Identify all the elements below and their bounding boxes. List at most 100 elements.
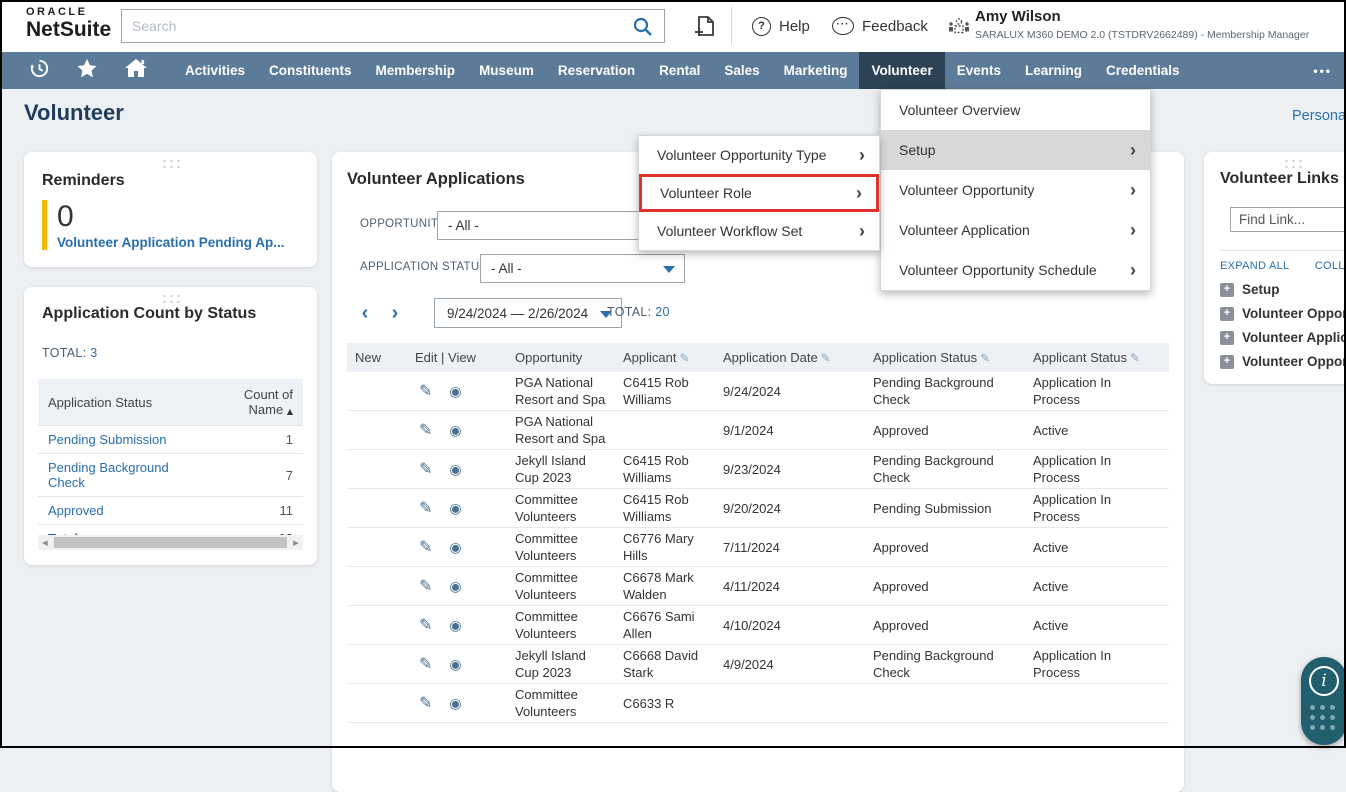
links-tree-item[interactable]: + Volunteer Applic <box>1220 330 1346 345</box>
navbar-overflow-icon[interactable]: ••• <box>1313 52 1332 89</box>
apps-grid-icon[interactable] <box>1310 705 1338 733</box>
edit-column-icon[interactable]: ✎ <box>1130 351 1140 365</box>
expand-plus-icon[interactable]: + <box>1220 330 1234 345</box>
edit-row-icon[interactable]: ✎ <box>419 459 432 478</box>
status-link[interactable]: Pending Submission <box>38 425 198 454</box>
next-period-icon[interactable]: › <box>380 303 410 323</box>
view-row-icon[interactable]: ◉ <box>449 423 461 439</box>
nav-tab[interactable]: Volunteer <box>859 52 945 89</box>
nav-tab[interactable]: Learning <box>1013 52 1094 89</box>
edit-row-icon[interactable]: ✎ <box>419 381 432 400</box>
date-navigation: ‹ › 9/24/2024 — 2/26/2024 <box>350 298 622 328</box>
col-applicant[interactable]: Applicant ✎ <box>615 343 715 372</box>
scroll-left-icon[interactable]: ◀ <box>38 539 52 547</box>
reminder-link[interactable]: Volunteer Application Pending Ap... <box>57 235 285 250</box>
view-row-icon[interactable]: ◉ <box>449 696 461 712</box>
applicant-status-cell: Active <box>1025 527 1169 567</box>
edit-column-icon[interactable]: ✎ <box>679 351 689 365</box>
expand-plus-icon[interactable]: + <box>1220 354 1234 369</box>
links-tree-item[interactable]: + Setup <box>1220 282 1346 297</box>
edit-row-icon[interactable]: ✎ <box>419 537 432 556</box>
col-application-status[interactable]: Application Status <box>38 379 198 426</box>
edit-column-icon[interactable]: ✎ <box>821 351 831 365</box>
col-edit-view[interactable]: Edit | View <box>407 343 507 372</box>
application-status-filter-select[interactable]: - All - <box>480 254 685 283</box>
total-value-link[interactable]: 3 <box>90 346 97 360</box>
status-link[interactable]: Approved <box>38 496 198 525</box>
col-application-date[interactable]: Application Date ✎ <box>715 343 865 372</box>
edit-row-icon[interactable]: ✎ <box>419 498 432 517</box>
help-button[interactable]: ? Help <box>752 0 810 52</box>
info-icon[interactable]: i <box>1309 666 1339 696</box>
drag-handle-icon[interactable] <box>160 293 181 303</box>
search-icon[interactable] <box>632 16 654 43</box>
links-tree-item[interactable]: + Volunteer Oppor <box>1220 306 1346 321</box>
volunteer-menu-item[interactable]: Volunteer Overview › <box>881 90 1150 130</box>
home-icon[interactable] <box>123 56 149 85</box>
nav-tab[interactable]: Museum <box>467 52 546 89</box>
volunteer-menu-item[interactable]: Setup › <box>881 130 1150 170</box>
setup-submenu-item[interactable]: Volunteer Opportunity Type › <box>639 136 879 174</box>
edit-row-icon[interactable]: ✎ <box>419 654 432 673</box>
col-new[interactable]: New <box>347 343 407 372</box>
nav-tab[interactable]: Marketing <box>772 52 860 89</box>
col-count-of-name[interactable]: Count of Name ▲ <box>198 379 303 426</box>
nav-tab[interactable]: Events <box>945 52 1013 89</box>
drag-handle-icon[interactable] <box>1283 158 1303 168</box>
nav-tab[interactable]: Reservation <box>546 52 647 89</box>
links-tree-item[interactable]: + Volunteer Oppor <box>1220 354 1346 369</box>
view-row-icon[interactable]: ◉ <box>449 657 461 673</box>
scrollbar-thumb[interactable] <box>54 537 287 548</box>
collapse-all-link[interactable]: COLLAPS <box>1315 260 1346 272</box>
expand-all-link[interactable]: EXPAND ALL <box>1220 260 1289 272</box>
find-link-input[interactable] <box>1230 207 1346 232</box>
nav-tab[interactable]: Credentials <box>1094 52 1192 89</box>
new-cell <box>347 488 407 528</box>
col-applicant-status[interactable]: Applicant Status ✎ <box>1025 343 1169 372</box>
scroll-right-icon[interactable]: ▶ <box>289 539 303 547</box>
expand-plus-icon[interactable]: + <box>1220 306 1234 321</box>
view-row-icon[interactable]: ◉ <box>449 618 461 634</box>
edit-row-icon[interactable]: ✎ <box>419 693 432 712</box>
col-application-status[interactable]: Application Status ✎ <box>865 343 1025 372</box>
view-row-icon[interactable]: ◉ <box>449 540 461 556</box>
opportunity-cell: PGA National Resort and Spa <box>507 410 615 450</box>
setup-submenu-item[interactable]: Volunteer Role › <box>639 174 879 212</box>
edit-row-icon[interactable]: ✎ <box>419 420 432 439</box>
date-range-select[interactable]: 9/24/2024 — 2/26/2024 <box>434 298 622 328</box>
application-date-cell: 9/20/2024 <box>715 488 865 528</box>
volunteer-menu-item[interactable]: Volunteer Application › <box>881 210 1150 250</box>
nav-tab[interactable]: Constituents <box>257 52 364 89</box>
quick-add-icon[interactable] <box>692 13 718 39</box>
volunteer-menu-item[interactable]: Volunteer Opportunity Schedule › <box>881 250 1150 290</box>
shortcuts-star-icon[interactable] <box>75 57 99 85</box>
user-menu[interactable]: Amy Wilson SARALUX M360 DEMO 2.0 (TSTDRV… <box>975 8 1309 41</box>
drag-handle-icon[interactable] <box>160 158 181 168</box>
nav-tab[interactable]: Membership <box>364 52 468 89</box>
roles-icon[interactable] <box>948 16 970 41</box>
edit-row-icon[interactable]: ✎ <box>419 576 432 595</box>
nav-tab[interactable]: Rental <box>647 52 712 89</box>
edit-row-icon[interactable]: ✎ <box>419 615 432 634</box>
view-row-icon[interactable]: ◉ <box>449 579 461 595</box>
view-row-icon[interactable]: ◉ <box>449 384 461 400</box>
search-input[interactable] <box>122 10 664 42</box>
total-value-link[interactable]: 20 <box>655 305 670 319</box>
setup-submenu-item[interactable]: Volunteer Workflow Set › <box>639 212 879 250</box>
prev-period-icon[interactable]: ‹ <box>350 303 380 323</box>
status-link[interactable]: Pending Background Check <box>38 453 198 497</box>
horizontal-scrollbar[interactable]: ◀ ▶ <box>38 535 303 550</box>
nav-tab[interactable]: Sales <box>712 52 771 89</box>
view-row-icon[interactable]: ◉ <box>449 462 461 478</box>
netsuite-logo[interactable]: ORACLE NetSuite <box>26 7 111 41</box>
expand-plus-icon[interactable]: + <box>1220 282 1234 297</box>
view-row-icon[interactable]: ◉ <box>449 501 461 517</box>
nav-tab[interactable]: Activities <box>173 52 257 89</box>
feedback-button[interactable]: ··· Feedback <box>832 0 928 52</box>
col-opportunity[interactable]: Opportunity <box>507 343 615 372</box>
edit-column-icon[interactable]: ✎ <box>980 351 990 365</box>
personalize-link[interactable]: Persona <box>1292 108 1346 124</box>
volunteer-menu-item[interactable]: Volunteer Opportunity › <box>881 170 1150 210</box>
recent-records-icon[interactable] <box>28 57 51 85</box>
applicant-status-cell: Active <box>1025 605 1169 645</box>
